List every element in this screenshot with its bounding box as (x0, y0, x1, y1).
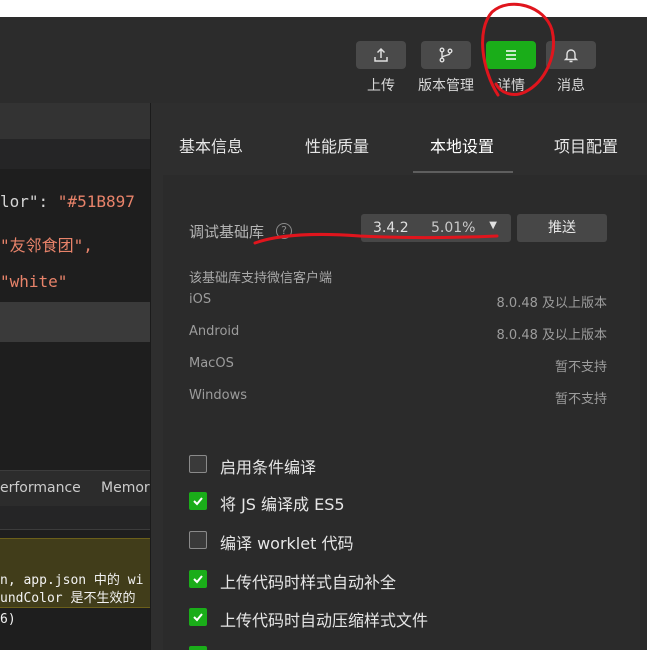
tab-basic-info[interactable]: 基本信息 (179, 133, 243, 157)
platform-support: 暂不支持 (554, 392, 607, 407)
check-icon (193, 613, 203, 622)
code-line: "white" (0, 272, 68, 291)
console-output (0, 608, 150, 650)
lib-version-select[interactable]: 3.4.2 5.01% ▼ (361, 214, 511, 242)
lib-version: 3.4.2 (373, 220, 409, 236)
details-button[interactable] (486, 41, 536, 69)
option-label: 上传代码时自动压缩样式文件 (220, 611, 429, 630)
check-icon (193, 575, 203, 584)
details-label: 详情 (497, 78, 525, 94)
chevron-down-icon: ▼ (489, 220, 497, 231)
platform-support: 暂不支持 (554, 360, 607, 375)
devtools-tabs: erformance Memor (0, 470, 150, 506)
debug-lib-label: 调试基础库 (189, 223, 265, 241)
details-panel: 基本信息 性能质量 本地设置 项目配置 调试基础库 ? 3.4.2 5.01% … (150, 103, 647, 650)
code-line: "友邻食团", (0, 236, 93, 255)
code-line: lor": "#51B897 (0, 192, 135, 211)
upload-icon (374, 47, 388, 62)
editor-header (0, 103, 150, 139)
tab-performance[interactable]: erformance (0, 480, 81, 496)
branch-icon (439, 47, 453, 63)
option-label: 启用条件编译 (220, 458, 317, 477)
platform-name: Android (189, 324, 240, 339)
help-icon[interactable]: ? (276, 223, 292, 239)
editor-empty-area (0, 342, 150, 470)
lib-version-percent: 5.01% (431, 220, 476, 236)
editor-tabstrip (0, 139, 150, 169)
upload-button[interactable] (356, 41, 406, 69)
version-manage-button[interactable] (421, 41, 471, 69)
warning-text-line: n, app.json 中的 wi (0, 573, 144, 588)
checkbox[interactable] (189, 455, 207, 473)
editor-selection-band (0, 302, 150, 342)
option-label: 将 JS 编译成 ES5 (220, 495, 345, 514)
push-button[interactable]: 推送 (517, 214, 607, 242)
platform-name: Windows (189, 388, 248, 403)
tab-memory[interactable]: Memor (101, 480, 150, 496)
upload-label: 上传 (367, 78, 395, 94)
checkbox[interactable] (189, 570, 207, 588)
platform-name: MacOS (189, 356, 234, 371)
devtools-filter-row (0, 506, 150, 530)
option-label: 上传代码时样式自动补全 (220, 573, 397, 592)
checkbox[interactable] (189, 608, 207, 626)
top-white-strip (0, 0, 647, 17)
bell-icon (563, 49, 579, 63)
version-manage-label: 版本管理 (418, 78, 474, 94)
tab-project-config[interactable]: 项目配置 (554, 133, 618, 157)
tab-performance-quality[interactable]: 性能质量 (305, 133, 369, 157)
console-warning: n, app.json 中的 wi undColor 是不生效的 (0, 538, 150, 608)
platform-support: 8.0.48 及以上版本 (496, 296, 607, 311)
check-icon (193, 497, 203, 506)
platform-name: iOS (189, 292, 212, 307)
option-label: 编译 worklet 代码 (220, 534, 354, 553)
code-editor[interactable]: lor": "#51B897 "友邻食团", "white" (0, 169, 150, 302)
devtools-spacer (0, 530, 150, 538)
platform-support: 8.0.48 及以上版本 (496, 328, 607, 343)
checkbox[interactable] (189, 531, 207, 549)
toolbar: 上传 版本管理 详情 消息 (0, 17, 647, 103)
menu-icon (506, 50, 516, 60)
console-line: 6) (0, 612, 16, 627)
tab-local-settings[interactable]: 本地设置 (430, 133, 494, 157)
checkbox[interactable] (189, 646, 207, 650)
checkbox[interactable] (189, 492, 207, 510)
warning-text-line: undColor 是不生效的 (0, 591, 136, 606)
messages-label: 消息 (557, 78, 585, 94)
local-settings-content: 调试基础库 ? 3.4.2 5.01% ▼ 推送 该基础库支持微信客户端 iOS… (163, 175, 647, 650)
support-note: 该基础库支持微信客户端 (189, 271, 333, 286)
active-tab-indicator (413, 171, 513, 173)
messages-button[interactable] (546, 41, 596, 69)
